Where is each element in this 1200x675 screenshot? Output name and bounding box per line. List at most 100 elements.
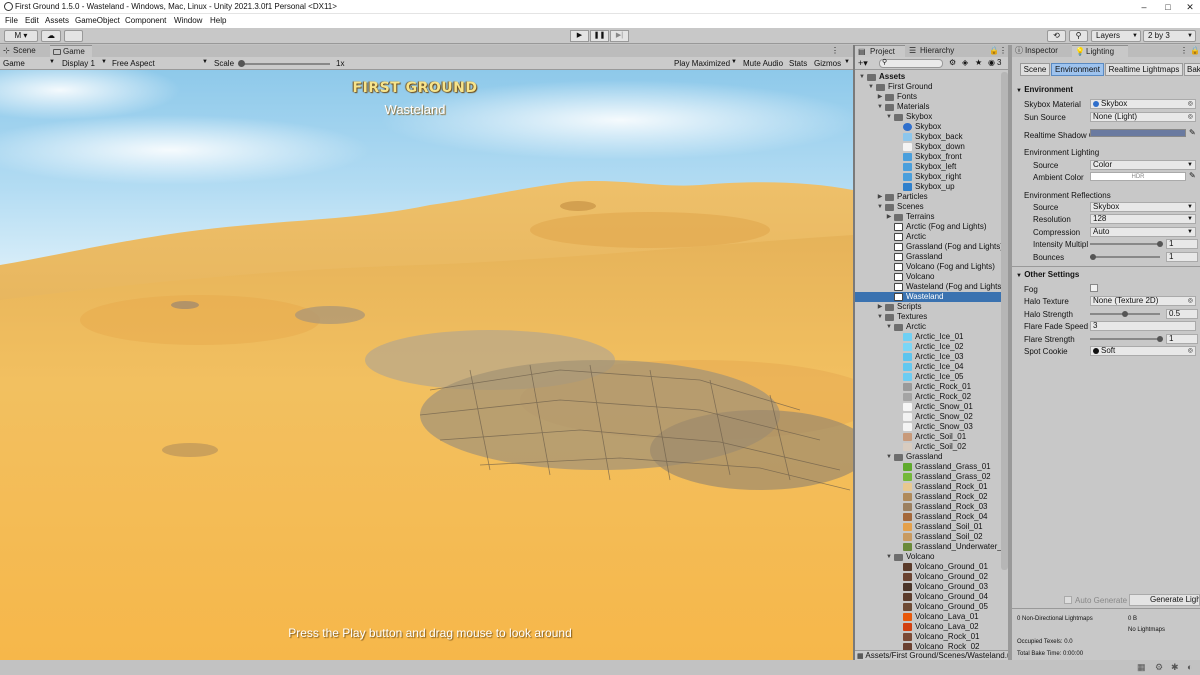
maximize-button[interactable]: □ [1156, 1, 1180, 13]
project-scrollbar[interactable] [1001, 72, 1008, 570]
lighting-tab-scene[interactable]: Scene [1020, 63, 1050, 76]
game-mode-dropdown[interactable]: Game [3, 59, 25, 68]
tree-item[interactable]: ▼ Scenes [855, 202, 1005, 212]
flare-strength-value[interactable]: 1 [1166, 334, 1198, 344]
realtime-shadow-color-swatch[interactable] [1090, 129, 1186, 137]
tree-item[interactable]: Skybox_up [855, 182, 1005, 192]
lighting-tab-bake[interactable]: Bake [1184, 63, 1200, 76]
tree-item[interactable]: Grassland_Rock_01 [855, 482, 1005, 492]
tree-item[interactable]: Skybox_front [855, 152, 1005, 162]
chevron-down-icon[interactable]: ▼ [885, 452, 893, 462]
auto-generate-checkbox[interactable] [1064, 596, 1072, 604]
tab-inspector[interactable]: ⓘ Inspector [1012, 45, 1066, 57]
chevron-down-icon[interactable]: ▼ [885, 322, 893, 332]
flare-fade-speed-field[interactable]: 3 [1090, 321, 1196, 331]
network-icon[interactable]: ◐ [1187, 662, 1192, 672]
chevron-down-icon[interactable]: ▼ [885, 112, 893, 122]
tree-item[interactable]: Grassland_Underwater_01 [855, 542, 1005, 552]
tree-item[interactable]: Skybox_right [855, 172, 1005, 182]
menu-component[interactable]: Component [125, 16, 166, 25]
bounces-value[interactable]: 1 [1166, 252, 1198, 262]
tree-item[interactable]: Grassland_Soil_02 [855, 532, 1005, 542]
tree-item[interactable]: Volcano_Ground_01 [855, 562, 1005, 572]
filter-label-icon[interactable]: ◈ [962, 58, 968, 67]
object-picker-icon[interactable]: ◎ [1188, 347, 1193, 355]
close-button[interactable]: ✕ [1178, 1, 1200, 13]
cloud-icon[interactable]: ☁ [41, 30, 61, 42]
tree-item[interactable]: ▶ Fonts [855, 92, 1005, 102]
layers-dropdown[interactable]: Layers ▼ [1091, 30, 1141, 42]
tree-item[interactable]: ▶ Terrains [855, 212, 1005, 222]
spot-cookie-field[interactable]: Soft ◎ [1090, 346, 1196, 356]
layout-dropdown[interactable]: 2 by 3 ▼ [1143, 30, 1196, 42]
tree-item[interactable]: Arctic_Snow_03 [855, 422, 1005, 432]
compression-dropdown[interactable]: Auto ▼ [1090, 227, 1196, 237]
tree-item[interactable]: Volcano_Rock_01 [855, 632, 1005, 642]
chevron-right-icon[interactable]: ▶ [876, 92, 884, 102]
add-asset-button[interactable]: +▾ [858, 58, 868, 69]
aspect-dropdown[interactable]: Free Aspect [112, 59, 155, 68]
menu-assets[interactable]: Assets [45, 16, 69, 25]
tree-item[interactable]: ▼ Arctic [855, 322, 1005, 332]
tree-item[interactable]: Skybox [855, 122, 1005, 132]
tree-item[interactable]: Arctic_Ice_03 [855, 352, 1005, 362]
bounces-slider[interactable] [1090, 252, 1162, 262]
stats-toggle[interactable]: Stats [789, 59, 807, 68]
tree-item[interactable]: Arctic_Snow_01 [855, 402, 1005, 412]
tree-item[interactable]: ▼ Textures [855, 312, 1005, 322]
slider-handle[interactable] [1157, 336, 1163, 342]
minimize-button[interactable]: – [1132, 1, 1156, 13]
lighting-source-dropdown[interactable]: Color ▼ [1090, 160, 1196, 170]
eyedropper-icon[interactable]: ✎ [1189, 128, 1196, 137]
tree-item[interactable]: Arctic_Ice_04 [855, 362, 1005, 372]
tree-item[interactable]: Wasteland [855, 292, 1005, 302]
tree-item[interactable]: Skybox_back [855, 132, 1005, 142]
tree-item[interactable]: Grassland_Rock_03 [855, 502, 1005, 512]
tree-item[interactable]: Arctic_Rock_02 [855, 392, 1005, 402]
tree-item[interactable]: Arctic_Ice_02 [855, 342, 1005, 352]
tree-item[interactable]: Skybox_down [855, 142, 1005, 152]
tree-item[interactable]: ▼ Assets [855, 72, 1005, 82]
menu-help[interactable]: Help [210, 16, 226, 25]
object-picker-icon[interactable]: ◎ [1188, 113, 1193, 121]
panel-menu-icon[interactable]: ⋮ [831, 46, 839, 55]
menu-gameobject[interactable]: GameObject [75, 16, 120, 25]
history-icon[interactable]: ⟲ [1047, 30, 1066, 42]
tree-item[interactable]: Arctic_Rock_01 [855, 382, 1005, 392]
reflection-source-dropdown[interactable]: Skybox ▼ [1090, 202, 1196, 212]
play-button[interactable]: ▶ [570, 30, 589, 42]
tree-item[interactable]: Volcano_Ground_03 [855, 582, 1005, 592]
tree-item[interactable]: Arctic_Ice_05 [855, 372, 1005, 382]
lock-icon[interactable]: 🔒 [989, 46, 999, 55]
generate-lighting-button[interactable]: Generate Ligh [1129, 594, 1200, 606]
ambient-color-swatch[interactable]: HDR [1090, 172, 1186, 181]
lighting-tab-environment[interactable]: Environment [1051, 63, 1104, 76]
menu-file[interactable]: File [5, 16, 18, 25]
flare-strength-slider[interactable] [1090, 334, 1163, 344]
lighting-tab-realtime-lightmaps[interactable]: Realtime Lightmaps [1105, 63, 1183, 76]
search-input[interactable]: ⚲ [879, 59, 943, 68]
menu-edit[interactable]: Edit [25, 16, 39, 25]
collab-button[interactable] [64, 30, 83, 42]
chevron-down-icon[interactable]: ▼ [876, 102, 884, 112]
game-viewport[interactable]: FIRST GROUND Wasteland Press the Play bu… [0, 70, 853, 660]
tree-item[interactable]: Volcano_Ground_02 [855, 572, 1005, 582]
fog-checkbox[interactable] [1090, 284, 1098, 292]
tree-item[interactable]: Volcano_Ground_04 [855, 592, 1005, 602]
object-picker-icon[interactable]: ◎ [1188, 297, 1193, 305]
scale-slider[interactable] [240, 63, 330, 65]
tab-lighting[interactable]: 💡 Lighting [1072, 45, 1128, 57]
halo-texture-field[interactable]: None (Texture 2D) ◎ [1090, 296, 1196, 306]
tree-item[interactable]: ▼ First Ground [855, 82, 1005, 92]
tree-item[interactable]: Wasteland (Fog and Lights) [855, 282, 1005, 292]
sun-source-field[interactable]: None (Light) ◎ [1090, 112, 1196, 122]
cache-icon[interactable]: ⚙ [1155, 662, 1163, 673]
tree-item[interactable]: ▼ Skybox [855, 112, 1005, 122]
tree-item[interactable]: Volcano_Lava_01 [855, 612, 1005, 622]
menu-window[interactable]: Window [174, 16, 202, 25]
visibility-icon[interactable]: ◉ [988, 58, 995, 67]
slider-handle[interactable] [1122, 311, 1128, 317]
object-picker-icon[interactable]: ◎ [1188, 100, 1193, 108]
tree-item[interactable]: Arctic [855, 232, 1005, 242]
tree-item[interactable]: Arctic_Ice_01 [855, 332, 1005, 342]
